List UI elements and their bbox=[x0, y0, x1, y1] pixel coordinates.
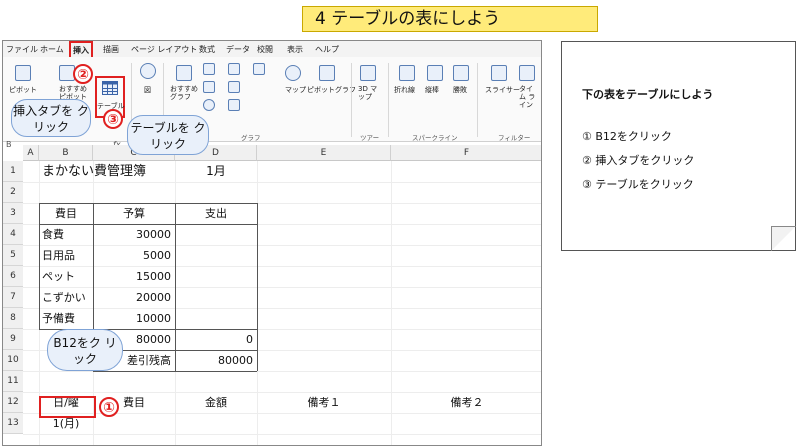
pivot-table-icon[interactable] bbox=[15, 65, 31, 81]
line-chart-icon[interactable] bbox=[203, 81, 215, 93]
map-icon[interactable] bbox=[285, 65, 301, 81]
callout-table-button: テーブルを クリック bbox=[127, 115, 209, 155]
item-name-cell[interactable]: 予備費 bbox=[39, 308, 93, 329]
tab-formulas[interactable]: 数式 bbox=[199, 44, 215, 55]
scatter-chart-icon[interactable] bbox=[228, 99, 240, 111]
selected-cell-highlight bbox=[39, 396, 96, 418]
pivot-chart-label: ピボットグラフ bbox=[307, 86, 356, 94]
row-header-13[interactable]: 13 bbox=[3, 413, 23, 434]
row-header-5[interactable]: 5 bbox=[3, 245, 23, 266]
tab-home[interactable]: ホーム bbox=[40, 44, 64, 55]
tab-file[interactable]: ファイル bbox=[6, 44, 38, 55]
tab-review[interactable]: 校閲 bbox=[257, 44, 273, 55]
sparkline-column-label: 縦棒 bbox=[425, 86, 439, 94]
tab-draw[interactable]: 描画 bbox=[103, 44, 119, 55]
pie-chart-icon[interactable] bbox=[203, 99, 215, 111]
row-header-11[interactable]: 11 bbox=[3, 371, 23, 392]
table-border bbox=[257, 203, 258, 371]
budget-cell[interactable]: 20000 bbox=[93, 287, 175, 308]
timeline-icon[interactable] bbox=[519, 65, 535, 81]
callout-insert-tab: 挿入タブを クリック bbox=[11, 99, 91, 137]
column-chart-icon[interactable] bbox=[203, 63, 215, 75]
3d-map-icon[interactable] bbox=[360, 65, 376, 81]
recommended-charts-icon[interactable] bbox=[176, 65, 192, 81]
header-cell-spend[interactable]: 支出 bbox=[175, 203, 257, 224]
slicer-icon[interactable] bbox=[491, 65, 507, 81]
budget-cell[interactable]: 30000 bbox=[93, 224, 175, 245]
illustrations-icon[interactable] bbox=[140, 63, 156, 79]
name-box[interactable]: B bbox=[6, 140, 12, 149]
tab-help[interactable]: ヘルプ bbox=[315, 44, 339, 55]
lesson-title-banner: 4 テーブルの表にしよう bbox=[302, 6, 598, 32]
row-header-1[interactable]: 1 bbox=[3, 161, 23, 182]
note-title: 下の表をテーブルにしよう bbox=[582, 88, 714, 101]
pivot-chart-icon[interactable] bbox=[319, 65, 335, 81]
budget-cell[interactable]: 5000 bbox=[93, 245, 175, 266]
step-badge-1: ① bbox=[99, 397, 119, 417]
tab-view[interactable]: 表示 bbox=[287, 44, 303, 55]
header-cell-item[interactable]: 費目 bbox=[39, 203, 93, 224]
step-badge-3: ③ bbox=[103, 109, 123, 129]
note-step-2: ② 挿入タブをクリック bbox=[582, 154, 695, 167]
ribbon-divider bbox=[351, 63, 352, 137]
timeline-label: タイム ライン bbox=[519, 85, 536, 109]
3d-map-label: 3D マップ bbox=[358, 85, 378, 101]
row-header-2[interactable]: 2 bbox=[3, 182, 23, 203]
row-header-12[interactable]: 12 bbox=[3, 392, 23, 413]
item-name-cell[interactable]: こずかい bbox=[39, 287, 93, 308]
sheet-title-cell[interactable]: まかない費管理簿 bbox=[39, 161, 175, 182]
excel-window: ファイル ホーム 挿入 描画 ページ レイアウト 数式 データ 校閲 表示 ヘル… bbox=[2, 40, 542, 446]
budget-cell[interactable]: 15000 bbox=[93, 266, 175, 287]
statistic-chart-icon[interactable] bbox=[228, 81, 240, 93]
slicer-label: スライサー bbox=[485, 86, 520, 94]
pivot-table-label: ピボット bbox=[9, 86, 37, 94]
row-header-10[interactable]: 10 bbox=[3, 350, 23, 371]
sparkline-line-label: 折れ線 bbox=[394, 86, 415, 94]
tab-page-layout[interactable]: ページ レイアウト bbox=[131, 44, 197, 55]
sparkline-column-icon[interactable] bbox=[427, 65, 443, 81]
grid-line bbox=[23, 434, 541, 435]
row-header-7[interactable]: 7 bbox=[3, 287, 23, 308]
total-spend-cell[interactable]: 0 bbox=[175, 329, 257, 350]
ribbon-divider bbox=[388, 63, 389, 137]
row-header-4[interactable]: 4 bbox=[3, 224, 23, 245]
note-step-1: ① B12をクリック bbox=[582, 130, 672, 143]
map-label: マップ bbox=[285, 86, 306, 94]
column-header-a[interactable]: A bbox=[23, 145, 39, 161]
column-header-e[interactable]: E bbox=[257, 145, 391, 161]
item-name-cell[interactable]: ペット bbox=[39, 266, 93, 287]
hierarchy-chart-icon[interactable] bbox=[228, 63, 240, 75]
table-icon bbox=[102, 81, 118, 95]
header-cell-budget[interactable]: 予算 bbox=[93, 203, 175, 224]
ribbon-divider bbox=[477, 63, 478, 137]
item-name-cell[interactable]: 食費 bbox=[39, 224, 93, 245]
instruction-note: 下の表をテーブルにしよう ① B12をクリック ② 挿入タブをクリック ③ テー… bbox=[561, 41, 796, 251]
budget-cell[interactable]: 10000 bbox=[93, 308, 175, 329]
month-cell[interactable]: 1月 bbox=[175, 161, 257, 182]
note-step-3: ③ テーブルをクリック bbox=[582, 178, 694, 191]
illustrations-label: 図 bbox=[144, 86, 151, 94]
step-badge-2: ② bbox=[73, 64, 93, 84]
ribbon-tab-bar: ファイル ホーム 挿入 描画 ページ レイアウト 数式 データ 校閲 表示 ヘル… bbox=[3, 41, 541, 60]
row-header-9[interactable]: 9 bbox=[3, 329, 23, 350]
column-header-f[interactable]: F bbox=[391, 145, 541, 161]
tab-data[interactable]: データ bbox=[226, 44, 250, 55]
cell-f12[interactable]: 備考２ bbox=[391, 392, 541, 413]
sparkline-winloss-icon[interactable] bbox=[453, 65, 469, 81]
recommended-charts-label: おすすめ グラフ bbox=[170, 85, 198, 101]
table-border bbox=[93, 371, 257, 372]
row-header-8[interactable]: 8 bbox=[3, 308, 23, 329]
cell-d12[interactable]: 金額 bbox=[175, 392, 257, 413]
item-name-cell[interactable]: 日用品 bbox=[39, 245, 93, 266]
sparkline-line-icon[interactable] bbox=[399, 65, 415, 81]
callout-cell-b12: B12をク リック bbox=[47, 329, 123, 371]
row-header-6[interactable]: 6 bbox=[3, 266, 23, 287]
sparkline-winloss-label: 勝敗 bbox=[453, 86, 467, 94]
cell-e12[interactable]: 備考１ bbox=[257, 392, 391, 413]
column-header-b[interactable]: B bbox=[39, 145, 93, 161]
combo-chart-icon[interactable] bbox=[253, 63, 265, 75]
grid-line bbox=[23, 182, 541, 183]
row-header-3[interactable]: 3 bbox=[3, 203, 23, 224]
balance-value-cell[interactable]: 80000 bbox=[175, 350, 257, 371]
